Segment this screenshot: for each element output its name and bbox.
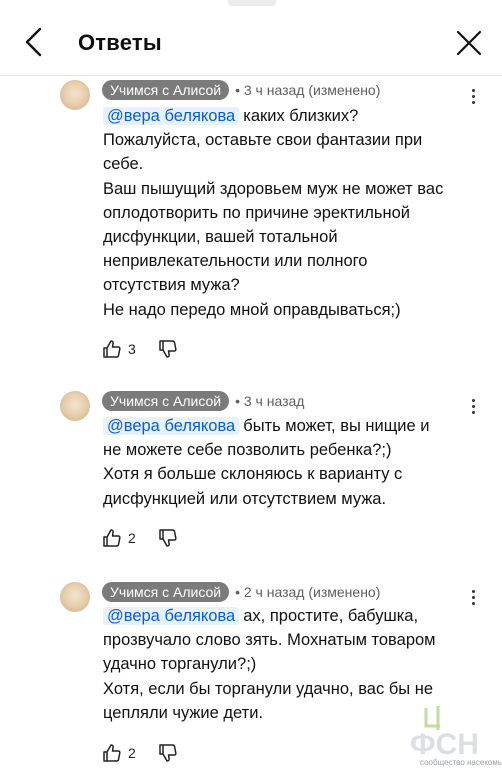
comment-timestamp: • 2 ч назад (изменено) <box>235 584 381 600</box>
more-vert-icon <box>471 89 475 92</box>
comment-meta: Учимся с Алисой • 3 ч назад (изменено) <box>102 79 380 101</box>
comment-line: Пожалуйста, оставьте свои фантазии при <box>103 131 423 150</box>
page-title: Ответы <box>78 30 162 55</box>
like-button[interactable] <box>102 743 122 763</box>
thumb-down-icon <box>159 529 177 547</box>
close-button[interactable] <box>454 28 484 58</box>
author-name[interactable]: Учимся с Алисой <box>102 391 230 411</box>
thumb-down-icon <box>159 744 177 762</box>
like-button[interactable] <box>102 339 122 359</box>
avatar[interactable] <box>60 582 90 612</box>
like-button[interactable] <box>102 528 122 548</box>
author-name[interactable]: Учимся с Алисой <box>102 582 230 602</box>
back-button[interactable] <box>20 26 48 58</box>
comment-text: @вера белякова каких близких? Пожалуйста,… <box>103 104 475 322</box>
comment-line: @вера белякова каких близких? <box>103 104 475 128</box>
comment-line: оплодотворить по причине эректильной <box>103 203 411 222</box>
comment-line: себе. <box>103 155 144 174</box>
comment-actions: 2 <box>102 742 178 764</box>
more-vert-icon <box>471 399 475 402</box>
like-count: 2 <box>128 530 136 546</box>
comment-line: дисфункции, вашей тотальной <box>103 228 338 247</box>
comment-line: Не надо передо мной оправдываться;) <box>103 300 401 319</box>
replies-header: Ответы <box>0 0 502 76</box>
comment-line: не можете себе позволить ребенка?;) <box>103 441 392 460</box>
like-count: 3 <box>128 341 136 357</box>
comment-line: Хотя, если бы торганули удачно, вас бы н… <box>103 679 433 698</box>
comment-actions: 3 <box>102 338 178 360</box>
comment-line: отсутствия мужа? <box>103 276 240 295</box>
comment-actions: 2 <box>102 527 178 549</box>
comment-line: непривлекательности или полного <box>103 252 368 271</box>
dislike-button[interactable] <box>158 528 178 548</box>
comment-line: дисфункцией или отсутствием мужа. <box>103 489 387 508</box>
thumb-up-icon <box>103 340 121 358</box>
close-icon <box>456 30 482 56</box>
dislike-button[interactable] <box>158 743 178 763</box>
comment-meta: Учимся с Алисой • 2 ч назад (изменено) <box>102 581 380 603</box>
watermark-caption: сообщество насекомых <box>420 758 502 767</box>
more-vert-icon <box>471 590 475 593</box>
comment-timestamp: • 3 ч назад <box>235 393 305 409</box>
comment-line: @вера белякова быть может, вы нищие и <box>103 414 475 438</box>
comment-line: прозвучало слово зять. Мохнатым товаром <box>103 631 436 650</box>
comment-line: удачно торганули?;) <box>103 655 257 674</box>
avatar[interactable] <box>60 391 90 421</box>
chevron-left-icon <box>25 27 42 57</box>
comment-line: Ваш пышущий здоровьем муж не может вас <box>103 179 444 198</box>
author-name[interactable]: Учимся с Алисой <box>102 80 230 100</box>
avatar[interactable] <box>60 80 90 110</box>
thumb-up-icon <box>103 744 121 762</box>
thumb-down-icon <box>159 340 177 358</box>
comment-line: @вера белякова ах, простите, бабушка, <box>103 604 475 628</box>
thumb-up-icon <box>103 529 121 547</box>
mention-link[interactable]: @вера белякова <box>103 417 240 435</box>
comment-text: @вера белякова быть может, вы нищие и не … <box>103 414 475 511</box>
mention-link[interactable]: @вера белякова <box>103 607 240 625</box>
comment-timestamp: • 3 ч назад (изменено) <box>235 82 381 98</box>
comment-meta: Учимся с Алисой • 3 ч назад <box>102 390 304 412</box>
watermark-logo-text: ФСН <box>410 728 479 758</box>
like-count: 2 <box>128 745 136 761</box>
dislike-button[interactable] <box>158 339 178 359</box>
mention-link[interactable]: @вера белякова <box>103 107 240 125</box>
comment-line: Хотя я больше склоняюсь к варианту с <box>103 465 403 484</box>
